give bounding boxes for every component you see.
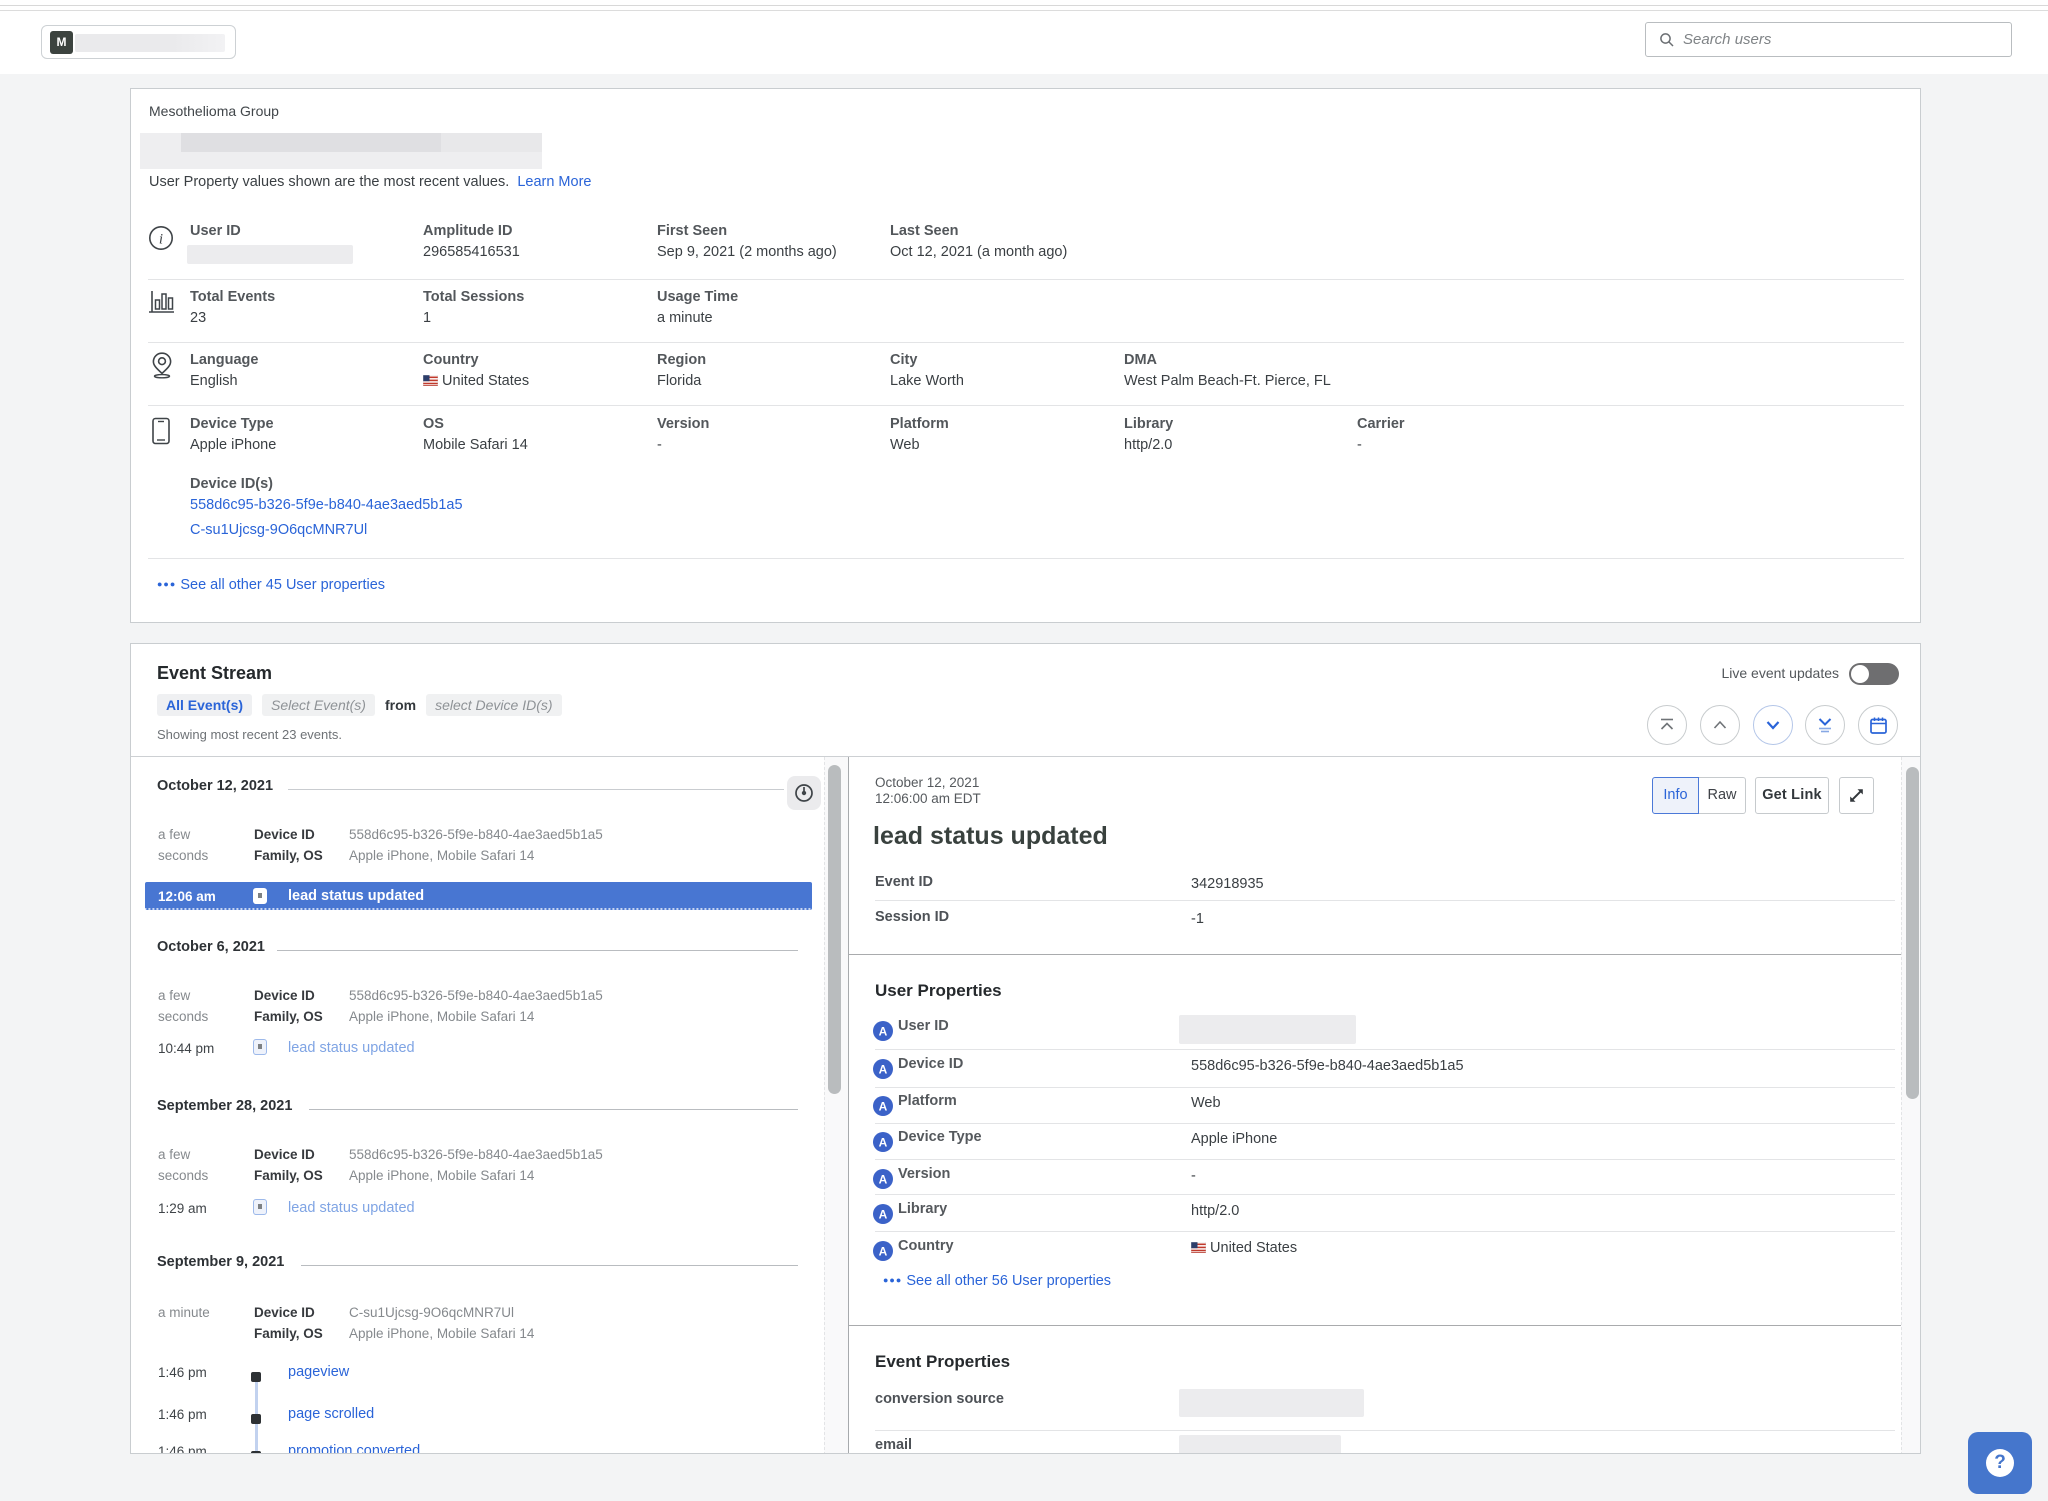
svg-text:A: A (879, 1173, 888, 1187)
svg-text:A: A (879, 1245, 888, 1259)
svg-text:A: A (879, 1208, 888, 1222)
svg-text:A: A (879, 1025, 888, 1039)
svg-text:A: A (879, 1063, 888, 1077)
svg-text:i: i (159, 232, 163, 248)
svg-text:A: A (879, 1100, 888, 1114)
svg-text:A: A (879, 1136, 888, 1150)
